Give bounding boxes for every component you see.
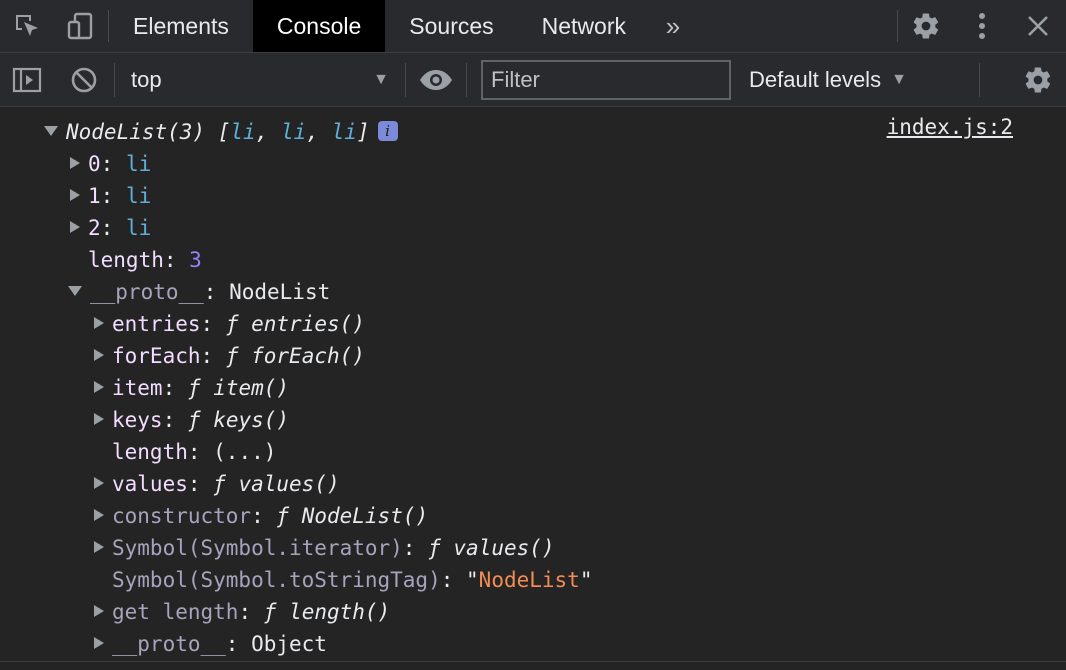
tree-item-length: length: 3 — [88, 248, 202, 272]
info-icon[interactable]: i — [377, 121, 398, 141]
proto-item[interactable]: item: ƒ item() — [94, 372, 289, 404]
proto-item[interactable]: get length: ƒ length() — [94, 596, 390, 628]
expand-triangle-icon[interactable] — [94, 541, 104, 553]
proto-item[interactable]: constructor: ƒ NodeList() — [94, 500, 428, 532]
proto-item[interactable]: forEach: ƒ forEach() — [94, 340, 365, 372]
expand-triangle-icon[interactable] — [70, 221, 80, 233]
expand-triangle-icon[interactable] — [94, 637, 104, 649]
context-label: top — [131, 66, 162, 92]
expand-triangle-icon[interactable] — [94, 381, 104, 393]
source-link[interactable]: index.js:2 — [887, 115, 1013, 139]
dropdown-arrow-icon: ▼ — [373, 70, 389, 88]
expand-triangle-icon[interactable] — [94, 349, 104, 361]
sidebar-toggle-icon[interactable] — [0, 67, 54, 93]
inspect-element-icon[interactable] — [0, 0, 54, 52]
console-settings-gear-icon[interactable] — [1010, 65, 1066, 95]
device-toolbar-icon[interactable] — [54, 0, 108, 52]
bottom-divider — [0, 661, 1066, 662]
proto-item[interactable]: __proto__: Object — [94, 628, 327, 660]
proto-item-tostringtag: Symbol(Symbol.toStringTag): "NodeList" — [112, 568, 593, 592]
tab-sources[interactable]: Sources — [385, 0, 517, 52]
expand-triangle-icon[interactable] — [94, 605, 104, 617]
expand-triangle-icon[interactable] — [94, 413, 104, 425]
tab-elements[interactable]: Elements — [109, 0, 253, 52]
expand-triangle-icon[interactable] — [70, 189, 80, 201]
clear-console-icon[interactable] — [54, 66, 114, 94]
proto-item-length[interactable]: length: (...) — [112, 436, 276, 468]
dropdown-arrow-icon: ▼ — [891, 70, 907, 88]
tree-item[interactable]: 0: li — [70, 148, 151, 180]
expand-triangle-icon[interactable] — [94, 477, 104, 489]
expand-triangle-icon[interactable] — [94, 509, 104, 521]
tab-console[interactable]: Console — [252, 0, 386, 52]
toolbar-separator — [979, 62, 980, 97]
collapse-triangle-icon[interactable] — [44, 126, 58, 136]
proto-item[interactable]: entries: ƒ entries() — [94, 308, 365, 340]
devtools-tab-bar: Elements Console Sources Network » — [0, 0, 1066, 53]
filter-input[interactable] — [481, 59, 731, 100]
close-icon[interactable] — [1010, 0, 1066, 52]
tree-item[interactable]: 2: li — [70, 212, 151, 244]
log-levels-label: Default levels — [749, 66, 882, 92]
expand-triangle-icon[interactable] — [70, 157, 80, 169]
nodelist-header[interactable]: NodeList(3) [li, li, li] i — [44, 116, 398, 148]
proto-item[interactable]: Symbol(Symbol.iterator): ƒ values() — [94, 532, 555, 564]
collapse-triangle-icon[interactable] — [68, 286, 82, 296]
toolbar-separator — [466, 62, 467, 97]
console-toolbar: top ▼ Default levels ▼ — [0, 53, 1066, 107]
double-chevron-right-icon[interactable]: » — [650, 0, 696, 52]
vertical-dots-icon[interactable] — [954, 0, 1010, 52]
context-selector[interactable]: top ▼ — [115, 60, 405, 100]
tab-network[interactable]: Network — [518, 0, 650, 52]
proto-item[interactable]: values: ƒ values() — [94, 468, 340, 500]
eye-icon[interactable] — [406, 69, 466, 91]
expand-triangle-icon[interactable] — [94, 317, 104, 329]
tree-item-proto[interactable]: __proto__: NodeList — [68, 276, 330, 308]
tree-item[interactable]: 1: li — [70, 180, 151, 212]
console-output: index.js:2 NodeList(3) [li, li, li] i 0: … — [0, 107, 1066, 661]
log-levels-dropdown[interactable]: Default levels ▼ — [749, 67, 979, 93]
gear-icon[interactable] — [898, 0, 954, 52]
proto-item[interactable]: keys: ƒ keys() — [94, 404, 289, 436]
